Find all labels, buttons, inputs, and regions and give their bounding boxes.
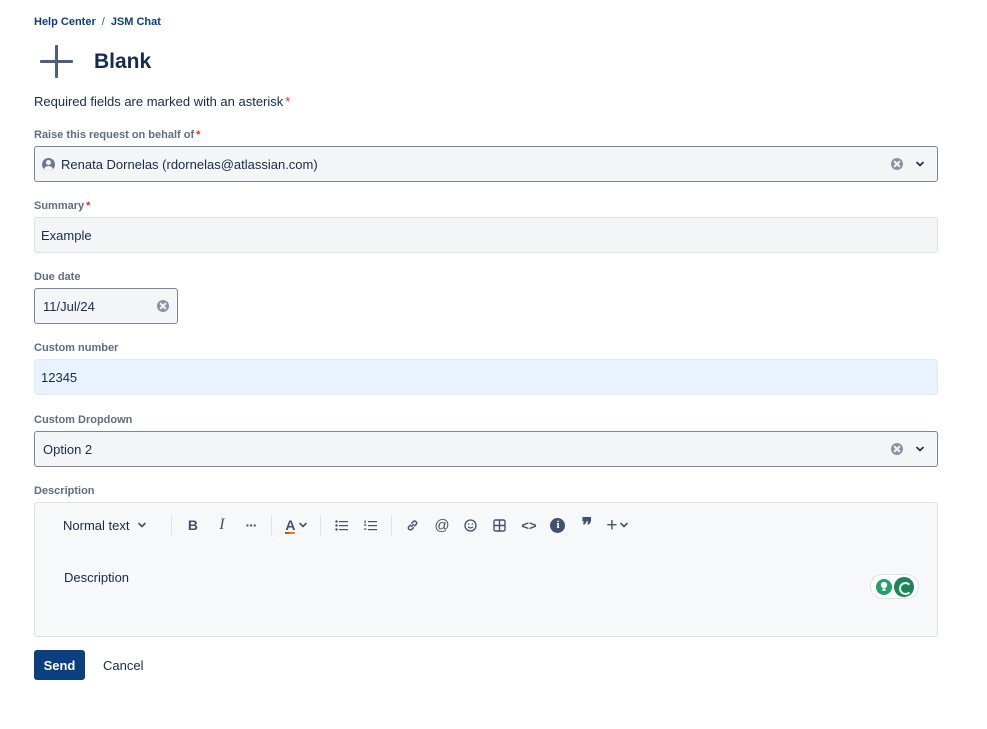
due-date-label: Due date	[34, 271, 81, 283]
emoji-icon[interactable]	[456, 513, 485, 537]
on-behalf-of-label: Raise this request on behalf of *	[34, 129, 200, 141]
bullet-list-icon[interactable]	[327, 513, 356, 537]
required-fields-note: Required fields are marked with an aster…	[34, 94, 290, 109]
chat-icon[interactable]	[893, 576, 914, 597]
insert-plus-icon: +	[606, 514, 618, 536]
chevron-down-icon	[619, 522, 628, 528]
italic-button[interactable]: I	[207, 513, 236, 537]
code-button[interactable]: <>	[514, 513, 543, 537]
more-formatting-button[interactable]: ···	[236, 513, 265, 537]
description-editor[interactable]: Normal text B I ··· A @ <> i ❞ + Descrip…	[34, 502, 938, 637]
on-behalf-of-select[interactable]: Renata Dornelas (rdornelas@atlassian.com…	[34, 146, 938, 182]
breadcrumb-help-center[interactable]: Help Center	[34, 16, 96, 28]
info-icon: i	[550, 517, 566, 533]
send-button[interactable]: Send	[34, 650, 85, 680]
custom-dropdown-label: Custom Dropdown	[34, 414, 133, 426]
insert-menu-button[interactable]: +	[601, 513, 633, 537]
user-avatar-icon	[42, 157, 55, 171]
breadcrumb-jsm-chat[interactable]: JSM Chat	[111, 16, 161, 28]
chevron-down-icon[interactable]	[913, 442, 927, 456]
due-date-picker[interactable]: 11/Jul/24	[34, 288, 178, 324]
editor-toolbar: Normal text B I ··· A @ <> i ❞ +	[57, 513, 633, 537]
numbered-list-icon[interactable]	[356, 513, 385, 537]
custom-number-field[interactable]	[34, 359, 938, 395]
page-title: Blank	[94, 50, 152, 73]
cancel-button[interactable]: Cancel	[95, 650, 151, 680]
custom-dropdown-select[interactable]: Option 2	[34, 431, 938, 467]
text-color-icon: A	[285, 517, 296, 534]
on-behalf-of-value: Renata Dornelas (rdornelas@atlassian.com…	[61, 156, 318, 172]
breadcrumb: Help Center / JSM Chat	[34, 16, 161, 28]
toolbar-divider	[271, 515, 273, 535]
custom-dropdown-value: Option 2	[43, 441, 93, 457]
text-color-glyph: A	[285, 517, 296, 533]
chevron-down-icon	[138, 522, 147, 528]
clear-date-icon[interactable]	[157, 300, 169, 312]
required-note-text: Required fields are marked with an aster…	[34, 94, 284, 109]
text-style-label: Normal text	[63, 517, 130, 533]
custom-number-input[interactable]	[35, 369, 937, 385]
summary-field[interactable]	[34, 217, 938, 253]
info-panel-button[interactable]: i	[543, 513, 572, 537]
required-asterisk: *	[196, 129, 201, 141]
summary-input[interactable]	[35, 227, 937, 243]
description-label: Description	[34, 485, 95, 497]
ai-assistant-badge[interactable]	[870, 574, 919, 599]
breadcrumb-separator: /	[101, 16, 105, 28]
table-icon[interactable]	[485, 513, 514, 537]
summary-label: Summary *	[34, 200, 90, 212]
text-color-button[interactable]: A	[278, 513, 314, 537]
toolbar-divider	[391, 515, 393, 535]
clear-icon[interactable]	[891, 443, 903, 455]
on-behalf-of-label-text: Raise this request on behalf of	[34, 129, 195, 141]
lightbulb-icon[interactable]	[875, 578, 892, 595]
text-style-dropdown[interactable]: Normal text	[57, 513, 153, 537]
page-header: Blank	[34, 44, 151, 80]
custom-number-label: Custom number	[34, 342, 119, 354]
required-asterisk: *	[86, 200, 91, 212]
toolbar-divider	[320, 515, 322, 535]
quote-button[interactable]: ❞	[572, 513, 601, 537]
required-asterisk: *	[285, 94, 291, 109]
link-icon[interactable]	[398, 513, 427, 537]
chevron-down-icon[interactable]	[913, 157, 927, 171]
bold-button[interactable]: B	[178, 513, 207, 537]
chevron-down-icon	[298, 522, 307, 528]
clear-icon[interactable]	[891, 158, 903, 170]
mention-button[interactable]: @	[427, 513, 456, 537]
due-date-value: 11/Jul/24	[43, 298, 95, 314]
toolbar-divider	[171, 515, 173, 535]
summary-label-text: Summary	[34, 200, 85, 212]
request-type-plus-icon	[34, 44, 80, 80]
description-placeholder[interactable]: Description	[64, 570, 129, 585]
